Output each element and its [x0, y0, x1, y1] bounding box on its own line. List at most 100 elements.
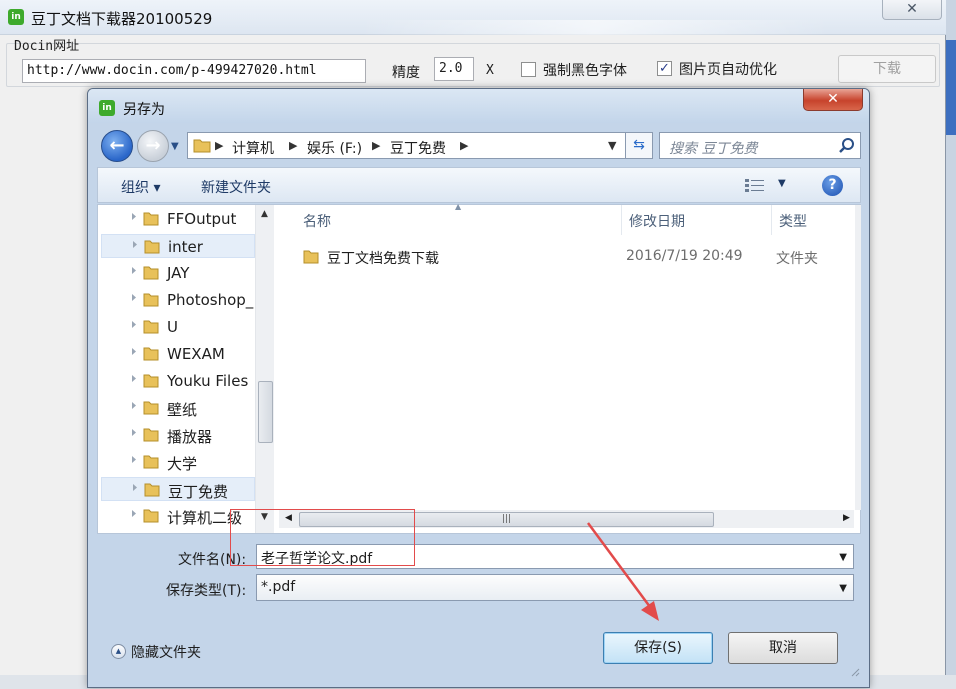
- filetype-value: *.pdf: [261, 579, 296, 595]
- breadcrumb-drive[interactable]: 娱乐 (F:): [307, 138, 362, 158]
- tree-item-label: Youku Files: [167, 372, 249, 390]
- address-bar[interactable]: ▶ 计算机 ▶ 娱乐 (F:) ▶ 豆丁免费 ▶ ▼: [187, 132, 627, 159]
- expand-icon[interactable]: [133, 241, 137, 248]
- filetype-select[interactable]: *.pdf ▼: [256, 574, 854, 601]
- folder-icon: [144, 483, 160, 497]
- expand-icon[interactable]: [132, 429, 136, 436]
- annotation-highlight-box: [230, 509, 415, 566]
- expand-icon[interactable]: [132, 294, 136, 301]
- expand-icon[interactable]: [132, 348, 136, 355]
- url-input[interactable]: http://www.docin.com/p-499427020.html: [22, 59, 366, 83]
- precision-input[interactable]: 2.0: [434, 57, 474, 81]
- tree-item[interactable]: 播放器: [101, 423, 255, 447]
- scroll-right-icon[interactable]: ▶: [843, 513, 850, 523]
- dialog-close-button[interactable]: ✕: [803, 89, 863, 111]
- folder-icon: [143, 347, 159, 361]
- resize-grip-icon[interactable]: [850, 667, 860, 677]
- folder-icon: [143, 374, 159, 388]
- refresh-button[interactable]: ⇆: [625, 132, 653, 159]
- back-button[interactable]: ←: [101, 130, 133, 162]
- tree-item[interactable]: Youku Files: [101, 369, 255, 393]
- expand-icon[interactable]: [132, 267, 136, 274]
- cancel-button[interactable]: 取消: [728, 632, 838, 664]
- folder-icon: [144, 240, 160, 254]
- expand-icon[interactable]: [132, 510, 136, 517]
- tree-item[interactable]: FFOutput: [101, 207, 255, 231]
- new-folder-button[interactable]: 新建文件夹: [201, 177, 271, 197]
- expand-icon[interactable]: [132, 321, 136, 328]
- folder-tree: FFOutput inter JAY Photoshop_ U WEXAM Youku Fi…: [98, 205, 278, 533]
- dialog-titlebar: in 另存为 ✕: [88, 89, 869, 123]
- dialog-toolbar: 组织 ▾ 新建文件夹 ▼ ?: [97, 167, 861, 203]
- view-details-icon[interactable]: [744, 177, 766, 193]
- tree-item[interactable]: 壁纸: [101, 396, 255, 420]
- sort-ascending-icon: ▲: [455, 202, 462, 211]
- file-name: 豆丁文档免费下载: [327, 251, 439, 267]
- expand-icon[interactable]: [132, 456, 136, 463]
- column-type[interactable]: 类型: [779, 211, 807, 231]
- expand-icon[interactable]: [133, 484, 137, 491]
- app-logo-icon: in: [8, 9, 24, 25]
- expand-icon[interactable]: [132, 402, 136, 409]
- chevron-right-icon[interactable]: ▶: [372, 139, 380, 152]
- force-black-checkbox[interactable]: [521, 62, 536, 77]
- folder-icon: [303, 250, 319, 264]
- chevron-right-icon[interactable]: ▶: [215, 139, 223, 152]
- chevron-right-icon[interactable]: ▶: [460, 139, 468, 152]
- breadcrumb-folder[interactable]: 豆丁免费: [390, 138, 446, 158]
- expand-icon[interactable]: [132, 375, 136, 382]
- browser-panes: FFOutput inter JAY Photoshop_ U WEXAM Youku Fi…: [97, 202, 861, 534]
- folder-icon: [143, 293, 159, 307]
- background-blur: [360, 20, 830, 35]
- tree-item[interactable]: 大学: [101, 450, 255, 474]
- help-icon[interactable]: ?: [822, 175, 843, 196]
- column-name[interactable]: 名称: [303, 211, 331, 231]
- chevron-down-icon[interactable]: ▼: [608, 139, 616, 152]
- chevron-up-icon: ▲: [111, 644, 126, 659]
- save-button[interactable]: 保存(S): [603, 632, 713, 664]
- download-button[interactable]: 下载: [838, 55, 936, 83]
- tree-item-label: inter: [168, 238, 203, 256]
- column-modified[interactable]: 修改日期: [629, 211, 685, 231]
- folder-icon: [143, 212, 159, 226]
- tree-item[interactable]: U: [101, 315, 255, 339]
- tree-item[interactable]: 豆丁免费: [101, 477, 255, 501]
- chevron-right-icon[interactable]: ▶: [289, 139, 297, 152]
- recent-locations-dropdown[interactable]: ▼: [171, 141, 179, 152]
- folder-icon: [143, 455, 159, 469]
- file-list-scrollbar[interactable]: [855, 205, 861, 510]
- file-row[interactable]: 豆丁文档免费下载 2016/7/19 20:49 文件夹: [293, 245, 853, 269]
- arrow-right-icon: →: [145, 135, 161, 156]
- folder-icon: [193, 139, 211, 153]
- tree-item[interactable]: Photoshop_: [101, 288, 255, 312]
- folder-icon: [143, 320, 159, 334]
- tree-item[interactable]: WEXAM: [101, 342, 255, 366]
- view-dropdown-icon[interactable]: ▼: [778, 178, 786, 189]
- organize-button[interactable]: 组织 ▾: [121, 177, 160, 197]
- scroll-up-icon[interactable]: ▲: [261, 209, 268, 219]
- tree-item-label: WEXAM: [167, 345, 225, 363]
- tree-item-label: 壁纸: [167, 401, 198, 419]
- optimize-checkbox[interactable]: ✓: [657, 61, 672, 76]
- tree-item-label: 播放器: [167, 428, 213, 446]
- search-box[interactable]: 搜索 豆丁免费: [659, 132, 861, 159]
- folder-icon: [143, 401, 159, 415]
- dialog-title: 另存为: [123, 102, 165, 118]
- search-icon: [839, 138, 854, 153]
- tree-item[interactable]: inter: [101, 234, 255, 258]
- tree-item-label: JAY: [167, 264, 190, 282]
- file-modified: 2016/7/19 20:49: [626, 248, 743, 264]
- breadcrumb-computer[interactable]: 计算机: [232, 138, 274, 158]
- refresh-icon: ⇆: [633, 137, 645, 153]
- desktop-edge: [946, 0, 956, 675]
- chevron-down-icon[interactable]: ▼: [839, 552, 847, 563]
- save-as-dialog: in 另存为 ✕ ← → ▼ ▶ 计算机 ▶ 娱乐 (F:) ▶ 豆丁免费 ▶ …: [87, 88, 870, 688]
- chevron-down-icon[interactable]: ▼: [839, 583, 847, 594]
- scroll-thumb[interactable]: [258, 381, 273, 443]
- tree-item[interactable]: JAY: [101, 261, 255, 285]
- expand-icon[interactable]: [132, 213, 136, 220]
- forward-button[interactable]: →: [137, 130, 169, 162]
- tree-scrollbar[interactable]: ▲ ▼: [255, 205, 274, 533]
- folder-icon: [143, 428, 159, 442]
- app-close-button[interactable]: ✕: [882, 0, 942, 20]
